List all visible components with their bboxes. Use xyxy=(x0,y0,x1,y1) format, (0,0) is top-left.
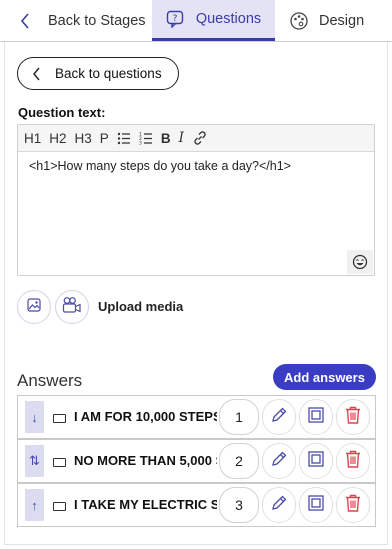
trash-icon xyxy=(344,449,362,474)
pencil-icon xyxy=(269,449,289,474)
video-camera-icon xyxy=(61,296,83,319)
editor-toolbar: H1 H2 H3 P 123 B I xyxy=(18,125,374,152)
delete-answer-button[interactable] xyxy=(336,487,370,523)
drag-handle[interactable]: ↓ xyxy=(25,401,44,433)
back-to-questions-button[interactable]: Back to questions xyxy=(17,57,179,90)
upload-image-button[interactable] xyxy=(17,290,51,324)
link-icon[interactable] xyxy=(192,130,208,146)
answer-checkbox[interactable] xyxy=(53,502,66,511)
bullet-list-icon[interactable] xyxy=(117,132,131,145)
answer-order-input[interactable]: 2 xyxy=(219,443,259,479)
answers-list: ↓ I AM FOR 10,000 STEPS 1 ⇅ NO MORE THAN… xyxy=(17,395,376,527)
chevron-left-icon xyxy=(32,67,41,81)
arrow-up-icon: ↑ xyxy=(31,497,38,513)
back-to-stages-label: Back to Stages xyxy=(48,12,146,29)
duplicate-answer-button[interactable] xyxy=(299,399,333,435)
answer-text[interactable]: I TAKE MY ELECTRIC SCOOTER xyxy=(74,497,217,512)
question-editor[interactable]: H1 H2 H3 P 123 B I <h1>How many steps do… xyxy=(17,124,375,276)
answer-checkbox[interactable] xyxy=(53,414,66,423)
answer-row: ↑ I TAKE MY ELECTRIC SCOOTER 3 xyxy=(17,483,376,527)
question-bubble-icon: ? xyxy=(166,10,184,28)
back-to-questions-label: Back to questions xyxy=(55,66,162,81)
answer-order-input[interactable]: 1 xyxy=(219,399,259,435)
heading3-button[interactable]: H3 xyxy=(75,131,92,146)
duplicate-icon xyxy=(306,405,326,430)
answer-row: ⇅ NO MORE THAN 5,000 STEPS 2 xyxy=(17,439,376,483)
back-to-stages-tab[interactable]: Back to Stages xyxy=(0,0,152,41)
duplicate-answer-button[interactable] xyxy=(299,487,333,523)
duplicate-answer-button[interactable] xyxy=(299,443,333,479)
pencil-icon xyxy=(269,405,289,430)
duplicate-icon xyxy=(306,449,326,474)
italic-button[interactable]: I xyxy=(179,130,184,146)
numbered-list-icon[interactable]: 123 xyxy=(139,131,153,145)
question-text-label: Question text: xyxy=(18,105,106,120)
heading2-button[interactable]: H2 xyxy=(49,131,66,146)
drag-handle[interactable]: ⇅ xyxy=(25,445,44,477)
upload-video-button[interactable] xyxy=(55,290,89,324)
tab-design-label: Design xyxy=(319,12,365,29)
top-tab-bar: Back to Stages ? Questions Design xyxy=(0,0,392,42)
tab-questions[interactable]: ? Questions xyxy=(152,0,275,41)
delete-answer-button[interactable] xyxy=(336,399,370,435)
answer-checkbox[interactable] xyxy=(53,458,66,467)
image-icon xyxy=(26,297,42,318)
answer-order-input[interactable]: 3 xyxy=(219,487,259,523)
delete-answer-button[interactable] xyxy=(336,443,370,479)
edit-answer-button[interactable] xyxy=(262,443,296,479)
answers-title: Answers xyxy=(17,371,83,390)
trash-icon xyxy=(344,493,362,518)
pencil-icon xyxy=(269,493,289,518)
answer-text[interactable]: I AM FOR 10,000 STEPS xyxy=(74,409,217,424)
editor-content[interactable]: <h1>How many steps do you take a day?</h… xyxy=(18,152,374,180)
upload-media-label: Upload media xyxy=(98,299,184,314)
chevron-left-icon xyxy=(20,12,34,29)
smiley-icon[interactable] xyxy=(347,250,373,274)
tab-design[interactable]: Design xyxy=(275,0,392,41)
tab-questions-label: Questions xyxy=(195,11,262,27)
heading1-button[interactable]: H1 xyxy=(24,131,41,146)
arrow-down-icon: ↓ xyxy=(31,409,38,425)
edit-answer-button[interactable] xyxy=(262,399,296,435)
answer-row: ↓ I AM FOR 10,000 STEPS 1 xyxy=(17,395,376,439)
trash-icon xyxy=(344,405,362,430)
add-answers-button[interactable]: Add answers xyxy=(273,364,376,390)
edit-answer-button[interactable] xyxy=(262,487,296,523)
palette-icon xyxy=(289,11,309,31)
drag-handle[interactable]: ↑ xyxy=(25,489,44,521)
svg-text:3: 3 xyxy=(139,141,142,146)
paragraph-button[interactable]: P xyxy=(100,131,109,146)
duplicate-icon xyxy=(306,493,326,518)
bold-button[interactable]: B xyxy=(161,131,171,146)
arrow-updown-icon: ⇅ xyxy=(29,453,40,468)
answer-text[interactable]: NO MORE THAN 5,000 STEPS xyxy=(74,453,217,468)
svg-text:?: ? xyxy=(172,14,177,24)
